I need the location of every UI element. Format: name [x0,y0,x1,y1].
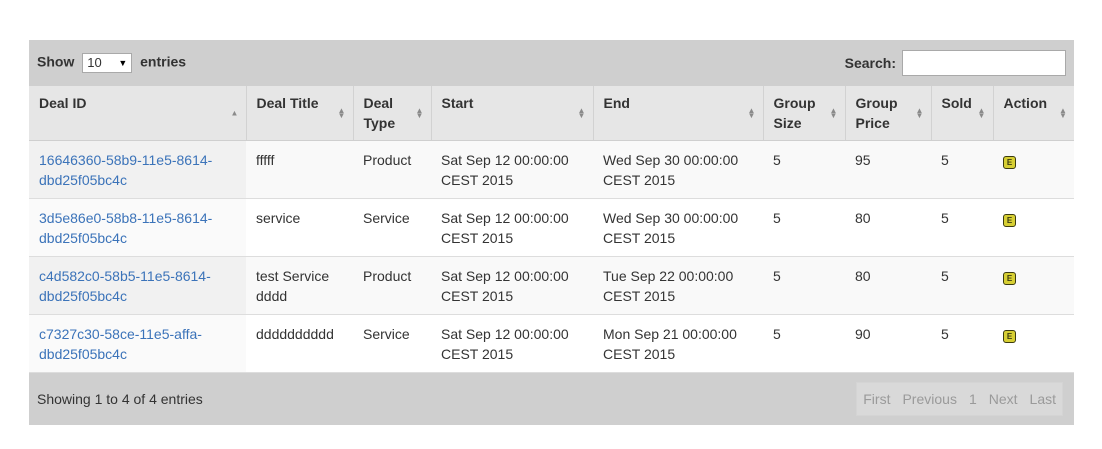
cell-deal-type: Product [353,256,431,315]
cell-action: E [993,314,1074,373]
table-row: c4d582c0-58b5-11e5-8614-dbd25f05bc4c tes… [29,256,1074,315]
sort-both-icon: ▲ ▼ [915,106,924,120]
cell-end: Mon Sep 21 00:00:00 CEST 2015 [593,314,763,373]
column-header-deal-type[interactable]: Deal Type ▲ ▼ [353,86,432,141]
column-header-sold[interactable]: Sold ▲ ▼ [931,86,994,141]
search-label: Search: [844,55,896,71]
deal-id-link[interactable]: c7327c30-58ce-11e5-affa-dbd25f05bc4c [39,326,202,362]
cell-deal-id: 3d5e86e0-58b8-11e5-8614-dbd25f05bc4c [29,198,246,257]
sort-both-icon: ▲ ▼ [415,106,424,120]
sort-both-icon: ▲ ▼ [829,106,838,120]
cell-deal-id: c7327c30-58ce-11e5-affa-dbd25f05bc4c [29,314,246,373]
cell-end: Wed Sep 30 00:00:00 CEST 2015 [593,140,763,199]
sort-both-icon: ▲ ▼ [577,106,586,120]
cell-deal-title: service [246,198,353,257]
table-row: 16646360-58b9-11e5-8614-dbd25f05bc4c fff… [29,140,1074,199]
last-page-button[interactable]: Last [1024,383,1062,415]
pagination: First Previous 1 Next Last [856,382,1063,416]
cell-deal-title: dddddddddd [246,314,353,373]
cell-start: Sat Sep 12 00:00:00 CEST 2015 [431,314,593,373]
select-caret-icon: ▼ [118,58,128,68]
cell-group-price: 90 [845,314,931,373]
cell-action: E [993,256,1074,315]
deal-id-link[interactable]: 3d5e86e0-58b8-11e5-8614-dbd25f05bc4c [39,210,212,246]
entries-label: entries [140,53,187,70]
cell-start: Sat Sep 12 00:00:00 CEST 2015 [431,198,593,257]
table-info: Showing 1 to 4 of 4 entries [37,391,203,407]
sort-both-icon: ▲ ▼ [1059,106,1067,120]
sort-both-icon: ▲ ▼ [747,106,756,120]
search-control: Search: [845,50,1066,76]
column-header-action[interactable]: Action ▲ ▼ [993,86,1074,141]
search-input[interactable] [902,50,1066,76]
cell-sold: 5 [931,314,993,373]
first-page-button[interactable]: First [857,383,896,415]
column-header-group-size[interactable]: Group Size ▲ ▼ [763,86,846,141]
sort-both-icon: ▲ ▼ [337,106,346,120]
next-page-button[interactable]: Next [983,383,1024,415]
cell-sold: 5 [931,140,993,199]
previous-page-button[interactable]: Previous [896,383,962,415]
cell-deal-id: 16646360-58b9-11e5-8614-dbd25f05bc4c [29,140,246,199]
sort-both-icon: ▲ ▼ [977,106,986,120]
cell-deal-type: Service [353,314,431,373]
cell-end: Wed Sep 30 00:00:00 CEST 2015 [593,198,763,257]
edit-icon[interactable]: E [1003,272,1016,285]
cell-group-size: 5 [763,140,845,199]
cell-deal-type: Service [353,198,431,257]
cell-deal-title: test Service dddd [246,256,353,315]
table-footer: Showing 1 to 4 of 4 entries First Previo… [29,373,1074,425]
cell-start: Sat Sep 12 00:00:00 CEST 2015 [431,140,593,199]
page-length-select[interactable]: 10 ▼ [82,53,133,73]
edit-icon[interactable]: E [1003,330,1016,343]
column-header-start[interactable]: Start ▲ ▼ [431,86,594,141]
cell-group-size: 5 [763,314,845,373]
cell-deal-title: fffff [246,140,353,199]
page-length-control: Show 10 ▼ entries [37,53,186,73]
column-header-group-price[interactable]: Group Price ▲ ▼ [845,86,932,141]
show-label: Show [37,53,75,70]
deal-id-link[interactable]: 16646360-58b9-11e5-8614-dbd25f05bc4c [39,152,212,188]
table-row: 3d5e86e0-58b8-11e5-8614-dbd25f05bc4c ser… [29,198,1074,257]
cell-sold: 5 [931,198,993,257]
sort-asc-icon: ▲ [230,108,239,118]
cell-group-price: 80 [845,256,931,315]
column-header-deal-title[interactable]: Deal Title ▲ ▼ [246,86,354,141]
cell-start: Sat Sep 12 00:00:00 CEST 2015 [431,256,593,315]
cell-group-price: 95 [845,140,931,199]
table-row: c7327c30-58ce-11e5-affa-dbd25f05bc4c ddd… [29,314,1074,373]
cell-sold: 5 [931,256,993,315]
table-header-row: Deal ID ▲ Deal Title ▲ ▼ Deal Type ▲ ▼ Start ▲… [29,86,1074,141]
cell-deal-id: c4d582c0-58b5-11e5-8614-dbd25f05bc4c [29,256,246,315]
edit-icon[interactable]: E [1003,156,1016,169]
edit-icon[interactable]: E [1003,214,1016,227]
table-toolbar: Show 10 ▼ entries Search: [29,40,1074,86]
deal-id-link[interactable]: c4d582c0-58b5-11e5-8614-dbd25f05bc4c [39,268,211,304]
cell-action: E [993,198,1074,257]
cell-deal-type: Product [353,140,431,199]
deals-table-wrapper: Show 10 ▼ entries Search: Deal ID ▲ Deal T… [29,40,1074,425]
cell-end: Tue Sep 22 00:00:00 CEST 2015 [593,256,763,315]
column-header-end[interactable]: End ▲ ▼ [593,86,764,141]
page-length-value: 10 [87,55,102,70]
cell-group-size: 5 [763,198,845,257]
cell-group-size: 5 [763,256,845,315]
cell-action: E [993,140,1074,199]
page-number-button[interactable]: 1 [963,383,983,415]
deals-table: Deal ID ▲ Deal Title ▲ ▼ Deal Type ▲ ▼ Start ▲… [29,86,1074,373]
cell-group-price: 80 [845,198,931,257]
column-header-deal-id[interactable]: Deal ID ▲ [29,86,247,141]
